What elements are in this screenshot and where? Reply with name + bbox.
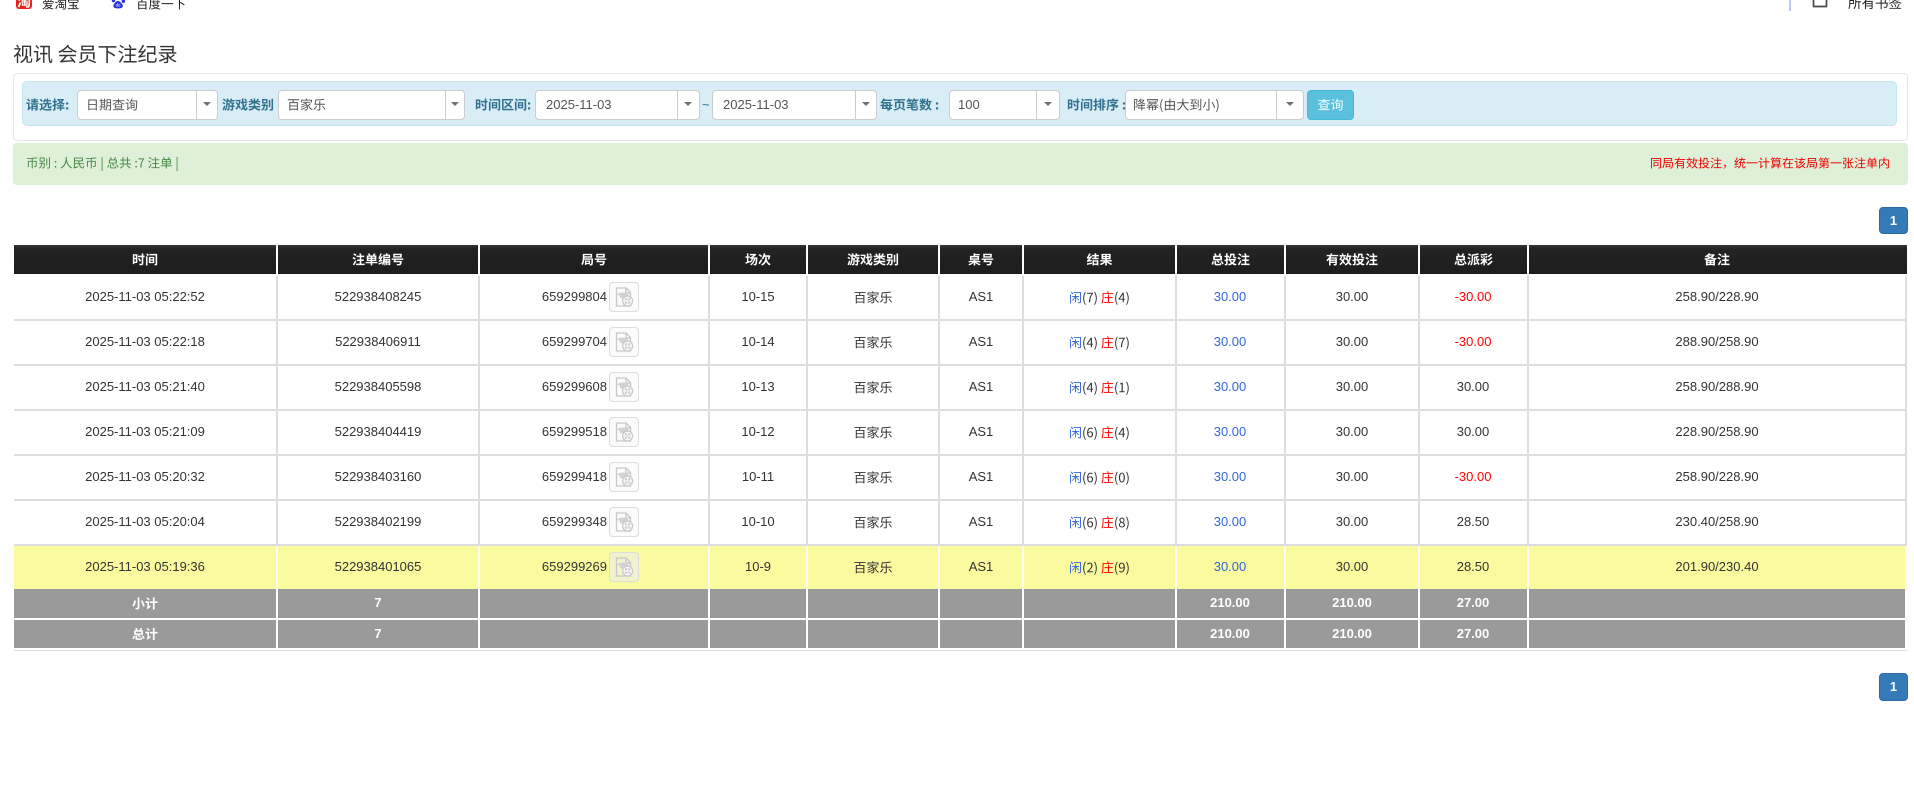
svg-text:du: du	[116, 2, 121, 7]
